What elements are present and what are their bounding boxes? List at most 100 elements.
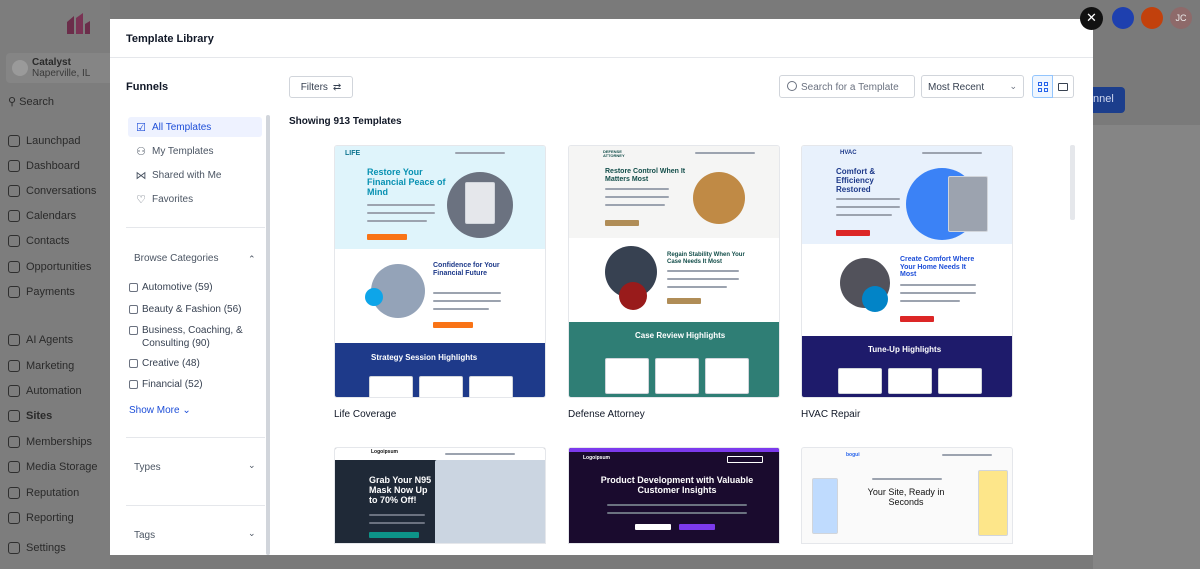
filter-shared-with-me[interactable]: ⋈ Shared with Me [128, 165, 262, 185]
template-name[interactable]: Defense Attorney [568, 409, 780, 420]
sidebar-search[interactable]: ⚲ Search [8, 95, 54, 108]
sort-select[interactable]: Most Recent ⌄ [921, 75, 1024, 98]
category-financial[interactable]: Financial (52) [129, 378, 249, 391]
filter-favorites[interactable]: ♡ Favorites [128, 189, 262, 209]
app-sidebar: Catalyst Naperville, IL ⚲ Search Launchp… [0, 0, 118, 569]
chevron-down-icon[interactable]: ⌄ [248, 460, 256, 471]
nav-item-marketing[interactable]: Marketing [8, 356, 110, 376]
nav-item-automation[interactable]: Automation [8, 381, 110, 401]
template-preview[interactable]: DEFENSE ATTORNEY Restore Control When It… [568, 145, 780, 398]
nav-item-media-storage[interactable]: Media Storage [8, 457, 110, 477]
checkbox[interactable] [129, 283, 138, 292]
divider [126, 505, 265, 506]
nav-item-settings[interactable]: Settings [8, 538, 110, 558]
tags-toggle[interactable]: Tags [134, 530, 155, 541]
nav-label: Reporting [26, 512, 74, 524]
sidebar-search-label: Search [19, 96, 54, 108]
show-more-link[interactable]: Show More ⌄ [129, 405, 191, 416]
nav-label: Media Storage [26, 461, 98, 473]
template-hero-title: Your Site, Ready in Seconds [867, 487, 945, 507]
template-preview[interactable]: LIFE Restore Your Financial Peace of Min… [334, 145, 546, 398]
template-logo: LIFE [345, 150, 361, 157]
avatar[interactable]: JC [1170, 7, 1192, 29]
nav-item-ai-agents[interactable]: AI Agents [8, 330, 110, 350]
nav-item-payments[interactable]: Payments [8, 282, 110, 302]
nav-item-sites[interactable]: Sites [8, 406, 110, 426]
chat-icon [8, 185, 20, 197]
grid-view-button[interactable] [1032, 75, 1053, 98]
template-section-title: Confidence for Your Financial Future [433, 262, 500, 277]
category-business-coaching-consulting[interactable]: Business, Coaching, & Consulting (90) [129, 324, 249, 350]
nav-label: Dashboard [26, 160, 80, 172]
filter-label: Shared with Me [152, 169, 222, 181]
browse-categories-toggle[interactable]: Browse Categories [134, 253, 218, 264]
template-name[interactable]: Life Coverage [334, 409, 546, 420]
nav-label: Automation [26, 385, 82, 397]
filters-button-label: Filters [300, 81, 328, 93]
nav-label: Calendars [26, 210, 77, 222]
list-view-button[interactable] [1053, 75, 1074, 98]
nav-item-opportunities[interactable]: Opportunities [8, 257, 110, 277]
template-card[interactable]: LIFE Restore Your Financial Peace of Min… [334, 145, 546, 420]
nav-item-calendars[interactable]: Calendars [8, 206, 110, 226]
close-modal-button[interactable]: ✕ [1080, 7, 1103, 30]
share-icon: ⋈ [135, 169, 147, 182]
filter-label: My Templates [152, 145, 214, 157]
template-search[interactable] [779, 75, 915, 98]
bell-icon[interactable] [1141, 7, 1163, 29]
nav-label: Opportunities [26, 261, 92, 273]
checkbox[interactable] [129, 359, 138, 368]
modal-header: Template Library [110, 19, 1093, 58]
template-preview[interactable]: Logoipsum Grab Your N95 Mask Now Up to 7… [334, 447, 546, 544]
nav-label: Reputation [26, 487, 80, 499]
checkbox[interactable] [129, 305, 138, 314]
filter-all-templates[interactable]: ☑ All Templates [128, 117, 262, 137]
category-label: Financial (52) [142, 379, 203, 390]
template-preview[interactable]: HVAC Comfort & Efficiency Restored Creat… [801, 145, 1013, 398]
category-beauty-fashion[interactable]: Beauty & Fashion (56) [129, 303, 249, 316]
nav-item-launchpad[interactable]: Launchpad [8, 131, 110, 151]
scrollbar[interactable] [1070, 145, 1075, 220]
nav-item-reputation[interactable]: Reputation [8, 483, 110, 503]
memberships-icon [8, 436, 20, 448]
filter-label: All Templates [152, 121, 212, 133]
filters-button[interactable]: Filters ⇄ [289, 76, 353, 98]
filter-panel: ☑ All Templates ⚇ My Templates ⋈ Shared wit… [126, 115, 265, 555]
template-section-title: Regain Stability When Your Case Needs It… [667, 252, 745, 265]
chevron-down-icon[interactable]: ⌄ [248, 528, 256, 539]
user-icon: ⚇ [136, 145, 146, 158]
nav-item-dashboard[interactable]: Dashboard [8, 156, 110, 176]
filter-my-templates[interactable]: ⚇ My Templates [128, 141, 262, 161]
template-hero-title: Product Development with Valuable Custom… [600, 475, 754, 495]
nav-item-contacts[interactable]: Contacts [8, 231, 110, 251]
chevron-up-icon[interactable]: ⌃ [248, 254, 256, 265]
template-card[interactable]: Logoipsum Grab Your N95 Mask Now Up to 7… [334, 447, 546, 544]
dashboard-icon [8, 160, 20, 172]
template-card[interactable]: Logoipsum Product Development with Valua… [568, 447, 780, 544]
category-automotive[interactable]: Automotive (59) [129, 281, 249, 294]
new-funnel-button[interactable]: nnel [1093, 87, 1125, 113]
grid-icon [1038, 82, 1048, 92]
scrollbar[interactable] [266, 115, 270, 555]
checkbox[interactable] [129, 326, 138, 335]
template-preview[interactable]: bogui Your Site, Ready in Seconds [801, 447, 1013, 544]
search-input[interactable] [801, 79, 911, 95]
template-hero-title: Restore Your Financial Peace of Mind [367, 167, 446, 197]
category-creative[interactable]: Creative (48) [129, 357, 249, 370]
types-toggle[interactable]: Types [134, 462, 161, 473]
sparkle-icon[interactable] [1112, 7, 1134, 29]
template-name[interactable]: HVAC Repair [801, 409, 1013, 420]
background-content [1093, 125, 1200, 569]
template-preview[interactable]: Logoipsum Product Development with Valua… [568, 447, 780, 544]
nav-item-conversations[interactable]: Conversations [8, 181, 110, 201]
nav-item-reporting[interactable]: Reporting [8, 508, 110, 528]
checkbox[interactable] [129, 380, 138, 389]
template-card[interactable]: bogui Your Site, Ready in Seconds [801, 447, 1013, 544]
template-hero-title: Grab Your N95 Mask Now Up to 70% Off! [369, 475, 432, 505]
sort-value: Most Recent [928, 82, 985, 93]
template-card[interactable]: HVAC Comfort & Efficiency Restored Creat… [801, 145, 1013, 420]
nav-item-memberships[interactable]: Memberships [8, 432, 110, 452]
template-card[interactable]: DEFENSE ATTORNEY Restore Control When It… [568, 145, 780, 420]
funnels-label: Funnels [126, 81, 169, 93]
location-switcher[interactable]: Catalyst Naperville, IL [6, 53, 118, 83]
